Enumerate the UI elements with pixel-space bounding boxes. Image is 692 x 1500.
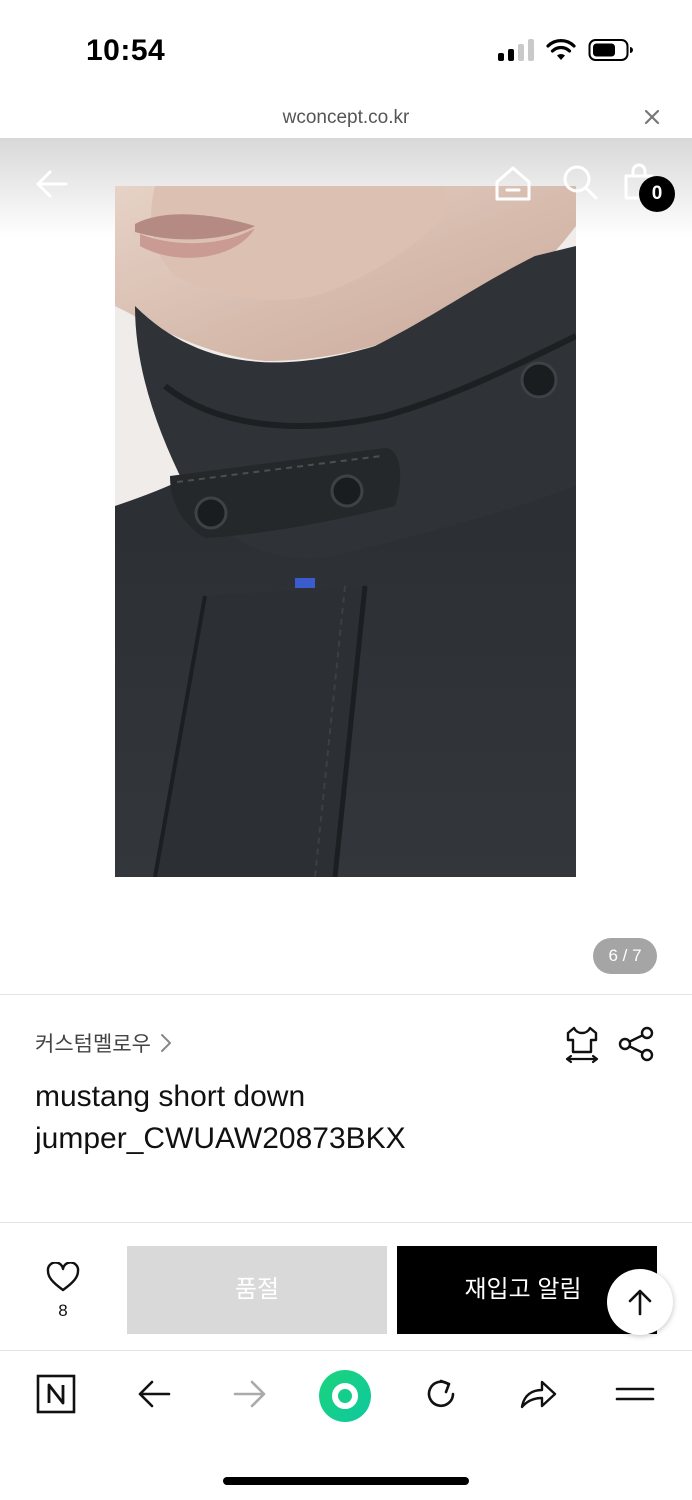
cellular-signal-icon xyxy=(498,39,534,61)
product-photo xyxy=(115,186,576,877)
divider xyxy=(0,994,692,995)
wifi-icon xyxy=(546,39,576,60)
product-title: mustang short down jumper_CWUAW20873BKX xyxy=(35,1080,406,1155)
status-time: 10:54 xyxy=(86,34,166,67)
product-gallery[interactable]: 6 / 7 xyxy=(0,138,692,994)
share-icon[interactable] xyxy=(616,1024,656,1064)
divider xyxy=(0,1222,692,1223)
share-arrow-icon xyxy=(520,1380,557,1409)
cart-count-badge[interactable]: 0 xyxy=(639,176,675,212)
reload-icon xyxy=(427,1379,455,1408)
scroll-to-top-button[interactable] xyxy=(607,1269,673,1335)
heart-icon[interactable] xyxy=(46,1261,80,1292)
status-bar: 10:54 xyxy=(0,0,692,100)
like-button[interactable]: 8 xyxy=(40,1261,86,1322)
browser-url-bar[interactable]: wconcept.co.kr xyxy=(0,100,692,138)
search-icon[interactable] xyxy=(560,162,600,202)
status-icons xyxy=(498,38,634,62)
share-page-button[interactable] xyxy=(515,1371,561,1417)
reload-button[interactable] xyxy=(418,1371,464,1417)
browser-toolbar xyxy=(0,1351,692,1451)
back-arrow-icon xyxy=(138,1380,171,1408)
arrow-up-icon xyxy=(628,1289,652,1316)
menu-button[interactable] xyxy=(612,1371,658,1417)
naver-n-icon xyxy=(36,1374,76,1414)
brand-name[interactable]: 커스텀멜로우 xyxy=(35,1028,151,1058)
browser-back-button[interactable] xyxy=(131,1371,177,1417)
home-icon[interactable] xyxy=(492,162,534,204)
close-icon[interactable] xyxy=(640,105,664,129)
brand-link[interactable]: 커스텀멜로우 xyxy=(35,1028,173,1058)
sold-out-button[interactable]: 품절 xyxy=(127,1246,387,1334)
green-dot-icon xyxy=(319,1370,371,1422)
menu-icon xyxy=(615,1387,655,1401)
gallery-page-indicator: 6 / 7 xyxy=(593,938,657,974)
browser-forward-button[interactable] xyxy=(227,1371,273,1417)
naver-home-button[interactable] xyxy=(33,1371,79,1417)
chevron-right-icon xyxy=(160,1034,171,1052)
back-arrow-icon[interactable] xyxy=(32,164,72,204)
home-indicator[interactable] xyxy=(223,1477,469,1485)
product-image[interactable] xyxy=(115,186,576,877)
battery-icon xyxy=(588,39,633,61)
size-guide-icon[interactable] xyxy=(562,1024,602,1064)
url-text[interactable]: wconcept.co.kr xyxy=(0,107,692,129)
like-count: 8 xyxy=(58,1301,68,1320)
forward-arrow-icon xyxy=(233,1380,266,1408)
green-dot-button[interactable] xyxy=(318,1369,372,1423)
